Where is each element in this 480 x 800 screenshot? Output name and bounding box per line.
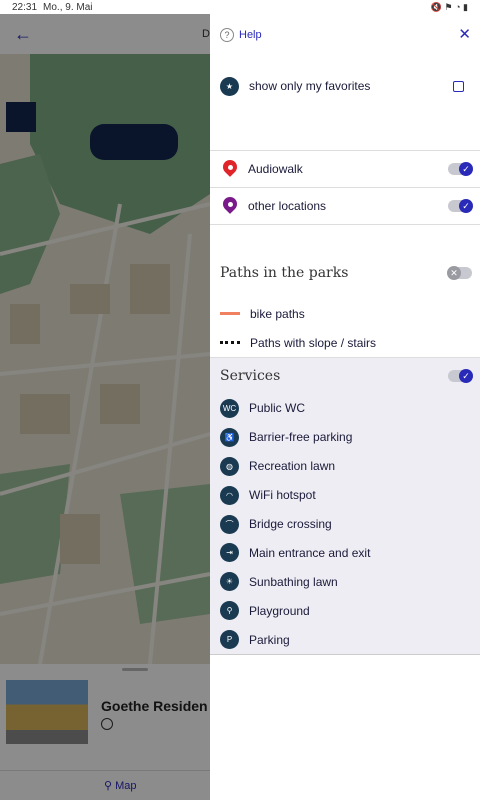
paths-toggle[interactable]: ✕ (447, 266, 472, 280)
service-item: P Parking (210, 625, 480, 654)
help-icon[interactable]: ? (220, 28, 234, 42)
sunbathing-icon: ☀ (220, 572, 239, 592)
other-locations-toggle[interactable]: ✓ (448, 199, 473, 213)
service-item: ◠ WiFi hotspot (210, 481, 480, 510)
parking-icon: P (220, 630, 239, 650)
layer-label: other locations (248, 199, 327, 213)
service-item: ♿ Barrier-free parking (210, 423, 480, 452)
service-item: ⌒ Bridge crossing (210, 510, 480, 539)
wifi-icon: ◠ (220, 485, 239, 505)
wheelchair-icon: ♿ (220, 427, 239, 447)
playground-icon: ⚲ (220, 601, 239, 621)
close-icon[interactable]: ✕ (458, 25, 471, 43)
service-item: ⚲ Playground (210, 596, 480, 625)
service-label: Sunbathing lawn (249, 574, 338, 589)
status-date: Mo., 9. Mai (43, 1, 93, 13)
service-label: Bridge crossing (249, 517, 332, 531)
favorites-checkbox[interactable] (453, 80, 464, 92)
audiowalk-pin-icon (220, 157, 240, 179)
services-toggle[interactable]: ✓ (448, 369, 473, 383)
service-label: WiFi hotspot (249, 488, 316, 503)
service-item: ☀ Sunbathing lawn (210, 567, 480, 596)
status-time: 22:31 (12, 1, 38, 13)
bike-path-line-icon (220, 312, 240, 315)
filter-drawer: ? Help ✕ ★ show only my favorites Audiow… (210, 14, 480, 792)
layer-row-other-locations[interactable]: other locations ✓ (210, 188, 480, 225)
service-item: WC Public WC (210, 394, 480, 423)
services-list: WC Public WC ♿ Barrier-free parking ◍ Recreat… (210, 394, 480, 654)
wc-icon: WC (220, 398, 239, 418)
service-item: ◍ Recreation lawn (210, 452, 480, 481)
status-icons: 🔇 ⚑ ◔ ▮ (430, 2, 468, 12)
favorites-label: show only my favorites (249, 79, 371, 93)
service-item: ⇥ Main entrance and exit (210, 538, 480, 567)
stairs-path-line-icon (220, 341, 240, 344)
legend-label: bike paths (250, 306, 305, 321)
service-label: Recreation lawn (249, 459, 336, 474)
services-section-header[interactable]: Services ✓ (210, 358, 480, 394)
scrim-overlay[interactable] (0, 14, 210, 800)
location-pin-icon (220, 194, 240, 216)
paths-section-header[interactable]: Paths in the parks ✕ (210, 247, 480, 299)
layer-label: Audiowalk (248, 162, 303, 176)
legend-item: bike paths (210, 299, 480, 328)
services-section: Services ✓ WC Public WC ♿ Barrier-free park… (210, 357, 480, 656)
service-label: Public WC (249, 401, 306, 416)
service-label: Main entrance and exit (249, 545, 371, 560)
favorites-filter-row[interactable]: ★ show only my favorites (210, 56, 480, 116)
entrance-icon: ⇥ (220, 543, 239, 563)
service-label: Barrier-free parking (249, 430, 353, 445)
legend-item: Paths with slope / stairs (210, 328, 480, 357)
star-icon: ★ (220, 76, 239, 96)
legend-label: Paths with slope / stairs (250, 335, 377, 350)
drawer-header: ? Help ✕ (210, 14, 480, 56)
service-label: Parking (249, 632, 290, 647)
status-bar: 22:31 Mo., 9. Mai 🔇 ⚑ ◔ ▮ (0, 0, 480, 14)
bridge-icon: ⌒ (220, 514, 239, 534)
ball-icon: ◍ (220, 456, 239, 476)
services-section-title: Services (220, 368, 281, 384)
help-link[interactable]: Help (239, 29, 262, 41)
layer-row-audiowalk[interactable]: Audiowalk ✓ (210, 151, 480, 188)
paths-section-title: Paths in the parks (220, 265, 349, 281)
service-label: Playground (249, 603, 310, 618)
audiowalk-toggle[interactable]: ✓ (448, 162, 473, 176)
